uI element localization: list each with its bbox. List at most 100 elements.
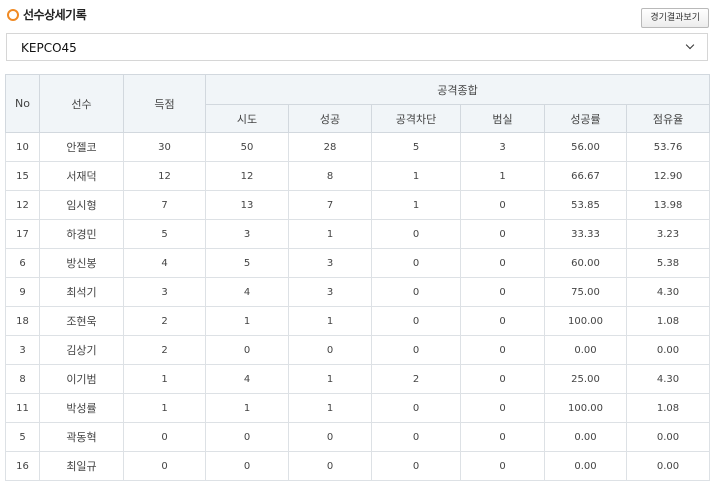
top-bar: 선수상세기록 경기결과보기 xyxy=(0,0,720,30)
success-cell: 1 xyxy=(288,306,372,336)
share-cell: 3.23 xyxy=(625,219,711,249)
success-rate-cell: 75.00 xyxy=(544,277,627,307)
table-row: 16 최일규 0 0 0 0 0 0.00 0.00 xyxy=(5,451,711,481)
header-player: 선수 xyxy=(39,74,124,133)
attempts-cell: 4 xyxy=(205,277,289,307)
points-cell: 0 xyxy=(123,451,206,481)
share-cell: 4.30 xyxy=(625,277,711,307)
blocked-cell: 0 xyxy=(371,219,461,249)
game-result-button[interactable]: 경기결과보기 xyxy=(641,8,709,28)
attempts-cell: 0 xyxy=(205,422,289,452)
success-cell: 28 xyxy=(288,132,372,162)
share-cell: 4.30 xyxy=(625,364,711,394)
errors-cell: 0 xyxy=(460,219,545,249)
blocked-cell: 0 xyxy=(371,393,461,423)
team-select[interactable]: KEPCO45 xyxy=(6,33,708,61)
no-cell: 10 xyxy=(5,132,40,162)
success-cell: 3 xyxy=(288,277,372,307)
attempts-cell: 3 xyxy=(205,219,289,249)
success-rate-cell: 100.00 xyxy=(544,306,627,336)
table-row: 11 박성률 1 1 1 0 0 100.00 1.08 xyxy=(5,393,711,423)
no-cell: 6 xyxy=(5,248,40,278)
player-name-cell: 최일규 xyxy=(39,451,124,481)
table-row: 17 하경민 5 3 1 0 0 33.33 3.23 xyxy=(5,219,711,249)
header-no: No xyxy=(5,74,40,133)
player-stats-table: No 선수 득점 공격종합 시도 성공 공격차단 범실 성공률 점유율 10 안젤… xyxy=(5,74,711,481)
points-cell: 3 xyxy=(123,277,206,307)
header-errors: 범실 xyxy=(460,104,545,133)
attempts-cell: 0 xyxy=(205,335,289,365)
success-cell: 0 xyxy=(288,422,372,452)
table-row: 9 최석기 3 4 3 0 0 75.00 4.30 xyxy=(5,277,711,307)
header-share: 점유율 xyxy=(625,104,711,133)
share-cell: 1.08 xyxy=(625,393,711,423)
errors-cell: 0 xyxy=(460,393,545,423)
points-cell: 2 xyxy=(123,306,206,336)
points-cell: 1 xyxy=(123,393,206,423)
success-rate-cell: 0.00 xyxy=(544,422,627,452)
header-attempts: 시도 xyxy=(205,104,289,133)
success-rate-cell: 0.00 xyxy=(544,335,627,365)
team-select-value: KEPCO45 xyxy=(21,41,77,55)
success-rate-cell: 60.00 xyxy=(544,248,627,278)
table-row: 6 방신봉 4 5 3 0 0 60.00 5.38 xyxy=(5,248,711,278)
errors-cell: 0 xyxy=(460,248,545,278)
blocked-cell: 0 xyxy=(371,451,461,481)
success-cell: 0 xyxy=(288,335,372,365)
attempts-cell: 12 xyxy=(205,161,289,191)
share-cell: 5.38 xyxy=(625,248,711,278)
player-name-cell: 서재덕 xyxy=(39,161,124,191)
success-cell: 1 xyxy=(288,393,372,423)
player-name-cell: 이기범 xyxy=(39,364,124,394)
success-rate-cell: 33.33 xyxy=(544,219,627,249)
attempts-cell: 4 xyxy=(205,364,289,394)
success-cell: 0 xyxy=(288,451,372,481)
header-success: 성공 xyxy=(288,104,372,133)
attempts-cell: 0 xyxy=(205,451,289,481)
player-name-cell: 최석기 xyxy=(39,277,124,307)
no-cell: 5 xyxy=(5,422,40,452)
no-cell: 8 xyxy=(5,364,40,394)
points-cell: 5 xyxy=(123,219,206,249)
player-name-cell: 방신봉 xyxy=(39,248,124,278)
share-cell: 0.00 xyxy=(625,422,711,452)
errors-cell: 0 xyxy=(460,451,545,481)
no-cell: 15 xyxy=(5,161,40,191)
points-cell: 1 xyxy=(123,364,206,394)
blocked-cell: 1 xyxy=(371,161,461,191)
share-cell: 12.90 xyxy=(625,161,711,191)
blocked-cell: 0 xyxy=(371,248,461,278)
player-name-cell: 임시형 xyxy=(39,190,124,220)
success-rate-cell: 66.67 xyxy=(544,161,627,191)
circle-bullet-icon xyxy=(7,8,19,21)
table-row: 10 안젤코 30 50 28 5 3 56.00 53.76 xyxy=(5,132,711,162)
errors-cell: 0 xyxy=(460,335,545,365)
player-name-cell: 김상기 xyxy=(39,335,124,365)
no-cell: 11 xyxy=(5,393,40,423)
blocked-cell: 0 xyxy=(371,335,461,365)
attempts-cell: 50 xyxy=(205,132,289,162)
success-cell: 8 xyxy=(288,161,372,191)
player-name-cell: 조현욱 xyxy=(39,306,124,336)
header-attack-total: 공격종합 xyxy=(204,74,711,105)
attempts-cell: 1 xyxy=(205,393,289,423)
blocked-cell: 1 xyxy=(371,190,461,220)
table-row: 3 김상기 2 0 0 0 0 0.00 0.00 xyxy=(5,335,711,365)
header-points: 득점 xyxy=(123,74,206,133)
share-cell: 0.00 xyxy=(625,335,711,365)
no-cell: 3 xyxy=(5,335,40,365)
blocked-cell: 5 xyxy=(371,132,461,162)
errors-cell: 0 xyxy=(460,190,545,220)
no-cell: 9 xyxy=(5,277,40,307)
success-rate-cell: 0.00 xyxy=(544,451,627,481)
header-success-rate: 성공률 xyxy=(544,104,627,133)
section-title: 선수상세기록 xyxy=(7,6,87,23)
errors-cell: 0 xyxy=(460,364,545,394)
table-row: 8 이기범 1 4 1 2 0 25.00 4.30 xyxy=(5,364,711,394)
share-cell: 0.00 xyxy=(625,451,711,481)
success-rate-cell: 100.00 xyxy=(544,393,627,423)
errors-cell: 3 xyxy=(460,132,545,162)
player-name-cell: 박성률 xyxy=(39,393,124,423)
points-cell: 12 xyxy=(123,161,206,191)
success-rate-cell: 56.00 xyxy=(544,132,627,162)
